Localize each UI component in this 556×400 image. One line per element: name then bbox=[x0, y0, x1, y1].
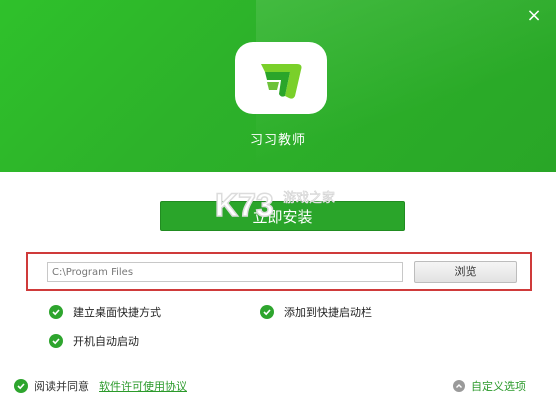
agree-text: 阅读并同意 bbox=[34, 380, 89, 393]
install-now-button[interactable]: 立即安装 bbox=[160, 201, 405, 231]
browse-button[interactable]: 浏览 bbox=[414, 261, 517, 283]
chevron-up-icon bbox=[453, 380, 465, 392]
license-agreement: 阅读并同意 软件许可使用协议 bbox=[14, 378, 187, 394]
agree-checkmark-icon[interactable] bbox=[14, 379, 28, 393]
option-desktop-shortcut[interactable]: 建立桌面快捷方式 bbox=[49, 304, 161, 320]
checkmark-icon bbox=[49, 334, 63, 348]
close-icon[interactable]: × bbox=[524, 6, 544, 26]
checkmark-icon bbox=[260, 305, 274, 319]
option-auto-start[interactable]: 开机自动启动 bbox=[49, 333, 139, 349]
header-banner: × 习习教师 bbox=[0, 0, 556, 172]
custom-options-toggle[interactable]: 自定义选项 bbox=[453, 378, 526, 394]
option-quick-launch[interactable]: 添加到快捷启动栏 bbox=[260, 304, 372, 320]
option-label: 添加到快捷启动栏 bbox=[284, 306, 372, 319]
app-name: 习习教师 bbox=[249, 133, 306, 148]
checkmark-icon bbox=[49, 305, 63, 319]
custom-options-label: 自定义选项 bbox=[471, 380, 526, 393]
install-path-input[interactable] bbox=[47, 262, 403, 282]
option-label: 建立桌面快捷方式 bbox=[73, 306, 161, 319]
option-label: 开机自动启动 bbox=[73, 335, 139, 348]
license-link[interactable]: 软件许可使用协议 bbox=[99, 378, 187, 394]
app-logo-icon bbox=[235, 42, 327, 114]
